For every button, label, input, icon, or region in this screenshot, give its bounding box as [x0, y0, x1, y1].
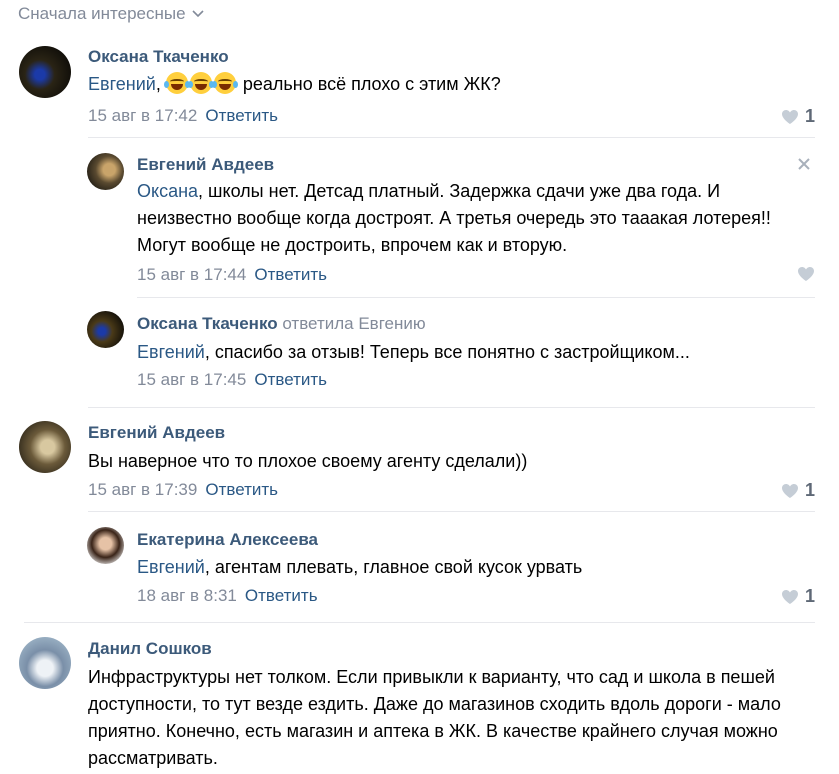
sort-label: Сначала интересные	[18, 4, 186, 23]
avatar[interactable]	[87, 153, 124, 190]
close-icon[interactable]	[797, 157, 811, 171]
avatar[interactable]	[19, 421, 71, 473]
avatar[interactable]	[19, 46, 71, 98]
reply-button[interactable]: Ответить	[205, 480, 278, 499]
heart-icon	[782, 109, 798, 124]
comment-author[interactable]: Евгений Авдеев	[88, 423, 225, 443]
comment-text: Евгений, реально всё плохо с этим ЖК?	[88, 72, 501, 94]
like-button[interactable]	[797, 266, 815, 282]
divider	[88, 407, 815, 408]
comment-text: Инфраструктуры нет толком. Если привыкли…	[88, 667, 781, 768]
sort-dropdown[interactable]: Сначала интересные	[18, 4, 204, 24]
comment-meta: 15 авг в 17:39 Ответить	[88, 480, 278, 500]
replied-to-label[interactable]: ответила Евгению	[282, 314, 425, 333]
mention-link[interactable]: Евгений	[137, 557, 205, 577]
comment-text-body: , агентам плевать, главное свой кусок ур…	[204, 557, 583, 577]
like-button[interactable]: 1	[781, 586, 815, 607]
reply-button[interactable]: Ответить	[254, 265, 327, 284]
comment-author: Оксана Ткаченко ответила Евгению	[137, 314, 426, 334]
comment-text: Евгений, агентам плевать, главное свой к…	[137, 554, 582, 581]
avatar[interactable]	[19, 637, 71, 689]
heart-icon	[782, 483, 798, 498]
like-count: 1	[805, 586, 816, 606]
divider	[24, 622, 815, 623]
comment-text-body: , школы нет. Детсад платный. Задержка сд…	[137, 181, 771, 255]
like-count: 1	[805, 480, 816, 500]
reply-button[interactable]: Ответить	[254, 370, 327, 389]
comment-author-name[interactable]: Оксана Ткаченко	[137, 314, 278, 333]
comment-date[interactable]: 15 авг в 17:45	[137, 370, 246, 389]
comment-date[interactable]: 15 авг в 17:44	[137, 265, 246, 284]
comment-date[interactable]: 15 авг в 17:42	[88, 106, 197, 125]
avatar[interactable]	[87, 311, 124, 348]
reply-button[interactable]: Ответить	[205, 106, 278, 125]
comment-author[interactable]: Екатерина Алексеева	[137, 530, 318, 550]
comment-text: Евгений, спасибо за отзыв! Теперь все по…	[137, 339, 817, 366]
like-button[interactable]: 1	[781, 480, 815, 501]
comment-meta: 15 авг в 17:44 Ответить	[137, 265, 327, 285]
like-button[interactable]: 1	[781, 106, 815, 127]
like-count: 1	[805, 106, 816, 126]
joy-emoji-icon	[163, 72, 190, 94]
comment-text: Оксана, школы нет. Детсад платный. Задер…	[137, 178, 817, 259]
divider	[88, 137, 815, 138]
comment-text-body: реально всё плохо с этим ЖК?	[242, 74, 501, 94]
mention-link[interactable]: Евгений	[137, 342, 205, 362]
comment-date[interactable]: 18 авг в 8:31	[137, 586, 237, 605]
mention-link[interactable]: Евгений	[88, 74, 156, 94]
comment-text-body: , спасибо за отзыв! Теперь все понятно с…	[204, 342, 690, 362]
comment-date[interactable]: 15 авг в 17:39	[88, 480, 197, 499]
heart-icon	[782, 589, 798, 604]
comment-author[interactable]: Евгений Авдеев	[137, 155, 274, 175]
comment-author[interactable]: Данил Сошков	[88, 639, 212, 659]
comment-meta: 15 авг в 17:45 Ответить	[137, 370, 327, 390]
comment-meta: 15 авг в 17:42 Ответить	[88, 106, 278, 126]
heart-icon	[798, 267, 814, 281]
avatar[interactable]	[87, 527, 124, 564]
chevron-down-icon	[191, 10, 204, 18]
joy-emoji-icon	[211, 72, 238, 94]
comment-meta: 18 авг в 8:31 Ответить	[137, 586, 318, 606]
comment-text: Вы наверное что то плохое своему агенту …	[88, 451, 528, 471]
divider	[137, 297, 815, 298]
joy-emoji-icon	[187, 72, 214, 94]
divider	[88, 511, 815, 512]
comment-author[interactable]: Оксана Ткаченко	[88, 47, 229, 67]
reply-button[interactable]: Ответить	[245, 586, 318, 605]
mention-link[interactable]: Оксана	[137, 181, 198, 201]
